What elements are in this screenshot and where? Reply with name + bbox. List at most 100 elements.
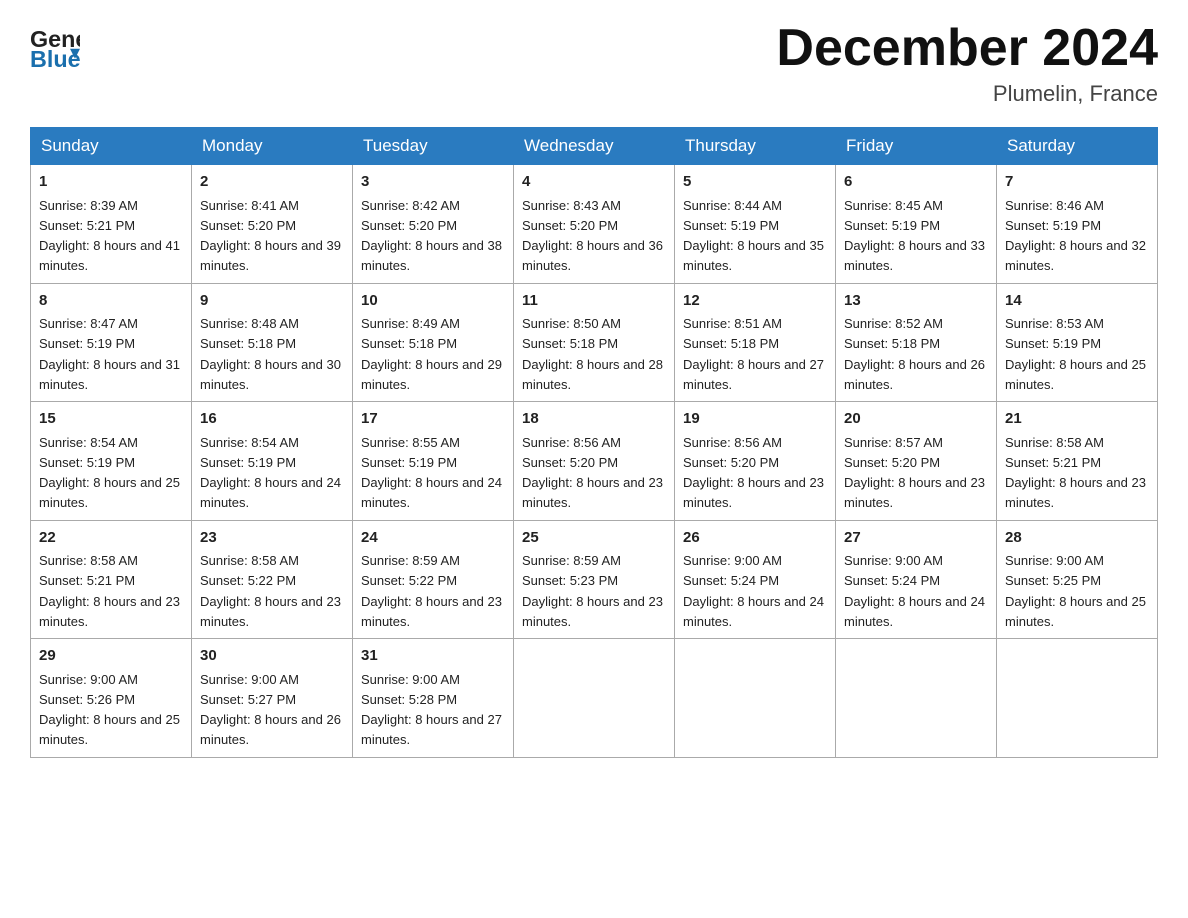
calendar-cell: 22 Sunrise: 8:58 AMSunset: 5:21 PMDayligh… <box>31 520 192 639</box>
day-number: 22 <box>39 527 183 550</box>
week-row-2: 8Sunrise: 8:47 AMSunset: 5:19 PMDaylight… <box>31 283 1158 402</box>
calendar-cell <box>675 639 836 758</box>
day-number: 14 <box>1005 290 1149 313</box>
day-number: 11 <box>522 290 666 313</box>
calendar-cell: 20 Sunrise: 8:57 AMSunset: 5:20 PMDayligh… <box>836 402 997 521</box>
day-info: Sunrise: 8:53 AMSunset: 5:19 PMDaylight:… <box>1005 316 1146 392</box>
day-info: Sunrise: 8:58 AMSunset: 5:21 PMDaylight:… <box>39 553 180 629</box>
calendar-cell: 28 Sunrise: 9:00 AMSunset: 5:25 PMDayligh… <box>997 520 1158 639</box>
day-info: Sunrise: 8:45 AMSunset: 5:19 PMDaylight:… <box>844 198 985 274</box>
calendar-cell: 27Sunrise: 9:00 AMSunset: 5:24 PMDayligh… <box>836 520 997 639</box>
day-number: 21 <box>1005 408 1149 431</box>
day-info: Sunrise: 8:54 AMSunset: 5:19 PMDaylight:… <box>39 435 180 511</box>
col-monday: Monday <box>192 128 353 165</box>
logo-icon: General Blue <box>30 20 80 70</box>
day-number: 20 <box>844 408 988 431</box>
day-number: 12 <box>683 290 827 313</box>
calendar-cell: 9 Sunrise: 8:48 AMSunset: 5:18 PMDaylight… <box>192 283 353 402</box>
day-info: Sunrise: 8:48 AMSunset: 5:18 PMDaylight:… <box>200 316 341 392</box>
day-number: 28 <box>1005 527 1149 550</box>
day-info: Sunrise: 8:47 AMSunset: 5:19 PMDaylight:… <box>39 316 180 392</box>
day-number: 31 <box>361 645 505 668</box>
day-number: 16 <box>200 408 344 431</box>
calendar-cell <box>514 639 675 758</box>
calendar-cell <box>836 639 997 758</box>
day-info: Sunrise: 8:56 AMSunset: 5:20 PMDaylight:… <box>522 435 663 511</box>
title-section: December 2024 Plumelin, France <box>776 20 1158 107</box>
day-info: Sunrise: 8:58 AMSunset: 5:21 PMDaylight:… <box>1005 435 1146 511</box>
calendar-cell: 13 Sunrise: 8:52 AMSunset: 5:18 PMDayligh… <box>836 283 997 402</box>
day-number: 7 <box>1005 171 1149 194</box>
day-info: Sunrise: 8:43 AMSunset: 5:20 PMDaylight:… <box>522 198 663 274</box>
day-info: Sunrise: 8:52 AMSunset: 5:18 PMDaylight:… <box>844 316 985 392</box>
month-year-title: December 2024 <box>776 20 1158 77</box>
calendar-cell: 31 Sunrise: 9:00 AMSunset: 5:28 PMDayligh… <box>353 639 514 758</box>
calendar-cell: 15 Sunrise: 8:54 AMSunset: 5:19 PMDayligh… <box>31 402 192 521</box>
week-row-5: 29 Sunrise: 9:00 AMSunset: 5:26 PMDayligh… <box>31 639 1158 758</box>
week-row-3: 15 Sunrise: 8:54 AMSunset: 5:19 PMDayligh… <box>31 402 1158 521</box>
day-info: Sunrise: 8:39 AMSunset: 5:21 PMDaylight:… <box>39 198 180 274</box>
day-info: Sunrise: 9:00 AMSunset: 5:24 PMDaylight:… <box>683 553 824 629</box>
day-info: Sunrise: 8:58 AMSunset: 5:22 PMDaylight:… <box>200 553 341 629</box>
week-row-1: 1 Sunrise: 8:39 AMSunset: 5:21 PMDaylight… <box>31 165 1158 284</box>
header-row: Sunday Monday Tuesday Wednesday Thursday… <box>31 128 1158 165</box>
day-number: 29 <box>39 645 183 668</box>
day-number: 25 <box>522 527 666 550</box>
day-info: Sunrise: 9:00 AMSunset: 5:26 PMDaylight:… <box>39 672 180 748</box>
col-sunday: Sunday <box>31 128 192 165</box>
week-row-4: 22 Sunrise: 8:58 AMSunset: 5:21 PMDayligh… <box>31 520 1158 639</box>
day-info: Sunrise: 8:50 AMSunset: 5:18 PMDaylight:… <box>522 316 663 392</box>
calendar-cell: 10 Sunrise: 8:49 AMSunset: 5:18 PMDayligh… <box>353 283 514 402</box>
day-info: Sunrise: 9:00 AMSunset: 5:28 PMDaylight:… <box>361 672 502 748</box>
day-info: Sunrise: 8:44 AMSunset: 5:19 PMDaylight:… <box>683 198 824 274</box>
day-info: Sunrise: 8:51 AMSunset: 5:18 PMDaylight:… <box>683 316 824 392</box>
col-wednesday: Wednesday <box>514 128 675 165</box>
calendar-cell: 14 Sunrise: 8:53 AMSunset: 5:19 PMDayligh… <box>997 283 1158 402</box>
day-number: 15 <box>39 408 183 431</box>
day-number: 9 <box>200 290 344 313</box>
day-number: 23 <box>200 527 344 550</box>
day-info: Sunrise: 8:57 AMSunset: 5:20 PMDaylight:… <box>844 435 985 511</box>
calendar-cell: 11 Sunrise: 8:50 AMSunset: 5:18 PMDayligh… <box>514 283 675 402</box>
calendar-cell: 3 Sunrise: 8:42 AMSunset: 5:20 PMDaylight… <box>353 165 514 284</box>
calendar-cell: 29 Sunrise: 9:00 AMSunset: 5:26 PMDayligh… <box>31 639 192 758</box>
calendar-cell: 2Sunrise: 8:41 AMSunset: 5:20 PMDaylight… <box>192 165 353 284</box>
day-number: 3 <box>361 171 505 194</box>
day-number: 24 <box>361 527 505 550</box>
day-number: 18 <box>522 408 666 431</box>
calendar-cell: 25 Sunrise: 8:59 AMSunset: 5:23 PMDayligh… <box>514 520 675 639</box>
col-tuesday: Tuesday <box>353 128 514 165</box>
day-number: 26 <box>683 527 827 550</box>
logo: General Blue <box>30 20 84 70</box>
calendar-cell: 7 Sunrise: 8:46 AMSunset: 5:19 PMDaylight… <box>997 165 1158 284</box>
day-info: Sunrise: 9:00 AMSunset: 5:27 PMDaylight:… <box>200 672 341 748</box>
day-number: 2 <box>200 171 344 194</box>
calendar-cell: 26 Sunrise: 9:00 AMSunset: 5:24 PMDayligh… <box>675 520 836 639</box>
day-number: 1 <box>39 171 183 194</box>
calendar-cell: 21 Sunrise: 8:58 AMSunset: 5:21 PMDayligh… <box>997 402 1158 521</box>
day-number: 27 <box>844 527 988 550</box>
day-info: Sunrise: 8:49 AMSunset: 5:18 PMDaylight:… <box>361 316 502 392</box>
day-number: 17 <box>361 408 505 431</box>
day-info: Sunrise: 8:55 AMSunset: 5:19 PMDaylight:… <box>361 435 502 511</box>
calendar-cell: 16 Sunrise: 8:54 AMSunset: 5:19 PMDayligh… <box>192 402 353 521</box>
day-info: Sunrise: 8:59 AMSunset: 5:22 PMDaylight:… <box>361 553 502 629</box>
calendar-cell: 8Sunrise: 8:47 AMSunset: 5:19 PMDaylight… <box>31 283 192 402</box>
day-info: Sunrise: 8:59 AMSunset: 5:23 PMDaylight:… <box>522 553 663 629</box>
calendar-cell: 1 Sunrise: 8:39 AMSunset: 5:21 PMDaylight… <box>31 165 192 284</box>
day-number: 13 <box>844 290 988 313</box>
calendar-cell: 5Sunrise: 8:44 AMSunset: 5:19 PMDaylight… <box>675 165 836 284</box>
day-info: Sunrise: 8:46 AMSunset: 5:19 PMDaylight:… <box>1005 198 1146 274</box>
location-subtitle: Plumelin, France <box>776 81 1158 107</box>
calendar-cell: 4Sunrise: 8:43 AMSunset: 5:20 PMDaylight… <box>514 165 675 284</box>
day-info: Sunrise: 9:00 AMSunset: 5:25 PMDaylight:… <box>1005 553 1146 629</box>
day-info: Sunrise: 8:54 AMSunset: 5:19 PMDaylight:… <box>200 435 341 511</box>
calendar-cell: 18 Sunrise: 8:56 AMSunset: 5:20 PMDayligh… <box>514 402 675 521</box>
calendar-cell: 17 Sunrise: 8:55 AMSunset: 5:19 PMDayligh… <box>353 402 514 521</box>
day-info: Sunrise: 8:42 AMSunset: 5:20 PMDaylight:… <box>361 198 502 274</box>
day-number: 19 <box>683 408 827 431</box>
calendar-cell: 6Sunrise: 8:45 AMSunset: 5:19 PMDaylight… <box>836 165 997 284</box>
calendar-cell: 30Sunrise: 9:00 AMSunset: 5:27 PMDayligh… <box>192 639 353 758</box>
col-saturday: Saturday <box>997 128 1158 165</box>
day-number: 10 <box>361 290 505 313</box>
